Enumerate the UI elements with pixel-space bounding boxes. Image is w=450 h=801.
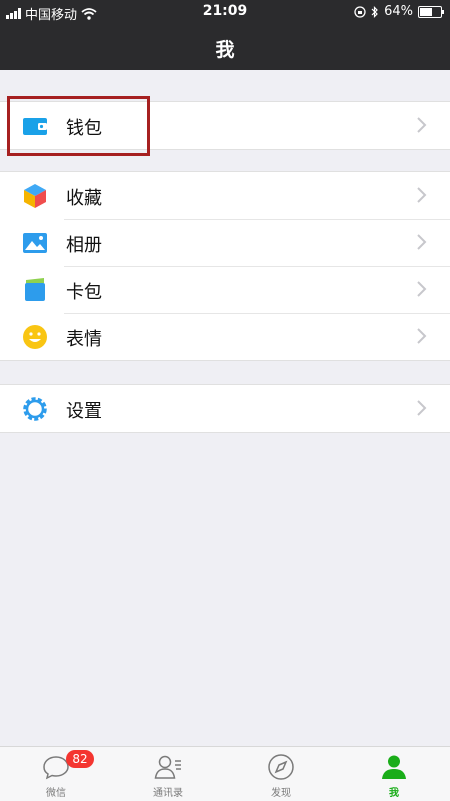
compass-icon: [268, 754, 294, 780]
chevron-right-icon: [417, 328, 427, 344]
settings-group: 设置: [0, 384, 450, 433]
battery-percent: 64%: [384, 4, 413, 19]
chevron-right-icon: [417, 234, 427, 250]
menu-item-label: 相册: [66, 235, 102, 256]
menu-item-album[interactable]: 相册: [0, 219, 450, 266]
unread-badge: 82: [66, 750, 94, 768]
menu-item-label: 收藏: [66, 188, 102, 209]
smiley-icon: [23, 325, 47, 349]
tab-bar: 82 微信 通讯录 发现 我: [0, 746, 450, 801]
contacts-icon: [154, 755, 181, 779]
tab-contacts[interactable]: 通讯录: [112, 747, 224, 801]
collections-group: 收藏 相册 卡包 表情: [0, 171, 450, 361]
favorites-cube-icon: [24, 184, 46, 208]
menu-item-label: 表情: [66, 329, 102, 350]
menu-item-settings[interactable]: 设置: [0, 385, 450, 432]
menu-item-label: 设置: [66, 401, 102, 422]
album-picture-icon: [23, 233, 47, 253]
page-title: 我: [215, 39, 235, 61]
menu-item-stickers[interactable]: 表情: [0, 313, 450, 360]
tab-chats[interactable]: 82 微信: [0, 747, 112, 801]
menu-item-label: 卡包: [66, 282, 102, 303]
nav-bar: 我: [0, 24, 450, 70]
orientation-lock-icon: [354, 5, 366, 18]
status-bar: 中国移动 21:09 64%: [0, 0, 450, 24]
battery-icon: [418, 5, 444, 18]
tab-label: 我: [389, 788, 399, 799]
status-bar-right: 64%: [354, 4, 444, 19]
tab-me[interactable]: 我: [338, 747, 450, 801]
chevron-right-icon: [417, 187, 427, 203]
chevron-right-icon: [417, 400, 427, 416]
menu-item-favorites[interactable]: 收藏: [0, 172, 450, 219]
chevron-right-icon: [417, 117, 427, 133]
card-pack-icon: [25, 278, 45, 301]
menu-item-card-pack[interactable]: 卡包: [0, 266, 450, 313]
settings-gear-icon: [23, 397, 47, 421]
tab-discover[interactable]: 发现: [225, 747, 337, 801]
tab-label: 微信: [46, 788, 66, 799]
wallet-highlight-box: [7, 96, 150, 156]
tab-label: 通讯录: [153, 788, 183, 799]
tab-label: 发现: [271, 788, 291, 799]
me-person-icon: [382, 755, 406, 779]
bluetooth-icon: [371, 5, 378, 18]
chevron-right-icon: [417, 281, 427, 297]
